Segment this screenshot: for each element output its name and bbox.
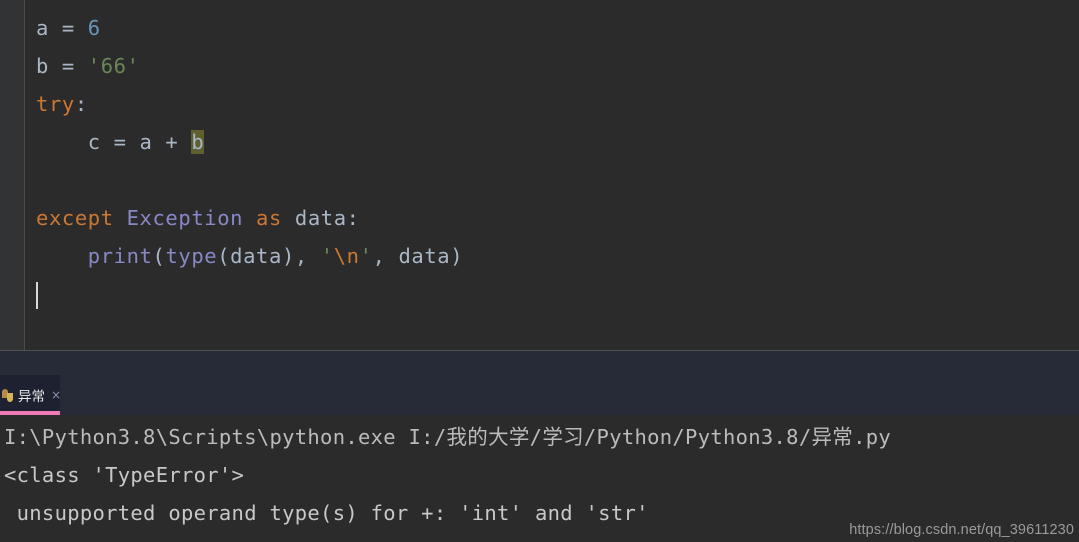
python-file-icon: [2, 388, 15, 402]
code-line[interactable]: a = 6: [36, 9, 1079, 47]
run-tab-strip: 异常 ×: [0, 351, 1079, 415]
code-token: (: [152, 244, 166, 268]
code-line[interactable]: try:: [36, 85, 1079, 123]
code-line[interactable]: except Exception as data:: [36, 199, 1079, 237]
code-token: a: [36, 16, 49, 40]
code-editor-pane[interactable]: a = 6b = '66' try: c = a + b except Excep…: [0, 0, 1079, 350]
close-icon[interactable]: ×: [51, 389, 61, 401]
code-token: 6: [87, 16, 101, 40]
code-token: b: [191, 130, 205, 154]
code-line[interactable]: [36, 161, 1079, 199]
run-tool-window: 异常 × I:\Python3.8\Scripts\python.exe I:/…: [0, 351, 1079, 542]
code-token: except: [36, 206, 114, 230]
text-caret: [36, 282, 38, 309]
code-token: :: [74, 92, 88, 116]
code-line[interactable]: b = '66': [36, 47, 1079, 85]
code-token: (data),: [217, 244, 321, 268]
code-token: try: [36, 92, 75, 116]
code-token: ': [359, 244, 373, 268]
run-tab-exception[interactable]: 异常 ×: [0, 375, 61, 415]
code-token: '66': [87, 54, 140, 78]
code-token: type: [165, 244, 218, 268]
code-token: as: [256, 206, 282, 230]
code-token: =: [48, 16, 88, 40]
console-line: <class 'TypeError'>: [4, 463, 245, 487]
ide-window: a = 6b = '66' try: c = a + b except Excep…: [0, 0, 1079, 542]
code-text-area[interactable]: a = 6b = '66' try: c = a + b except Excep…: [26, 0, 1079, 350]
code-token: print: [87, 244, 153, 268]
code-token: Exception: [126, 206, 244, 230]
code-token: , data): [372, 244, 464, 268]
console-line: I:\Python3.8\Scripts\python.exe I:/我的大学/…: [4, 425, 891, 449]
run-tab-label: 异常: [18, 389, 45, 405]
code-line[interactable]: print(type(data), '\n', data): [36, 237, 1079, 275]
editor-gutter[interactable]: [0, 0, 25, 350]
code-token: ': [320, 244, 334, 268]
code-token: c = a +: [36, 130, 192, 154]
code-token: =: [48, 54, 88, 78]
code-token: data:: [281, 206, 360, 230]
code-token: \n: [333, 244, 360, 268]
watermark-url: https://blog.csdn.net/qq_39611230: [849, 522, 1074, 538]
code-token: b: [36, 54, 49, 78]
code-line[interactable]: [36, 275, 1079, 313]
code-line[interactable]: c = a + b: [36, 123, 1079, 161]
